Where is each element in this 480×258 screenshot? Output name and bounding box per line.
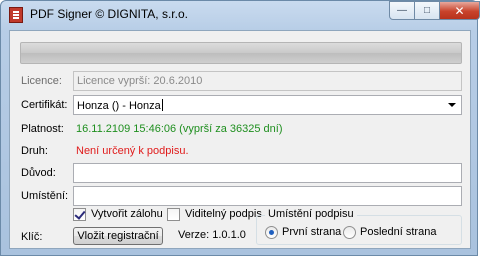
title-bar[interactable]: PDF Signer © DIGNITA, s.r.o. — □ ✕ <box>1 1 480 28</box>
backup-checkbox[interactable] <box>73 208 86 221</box>
backup-label[interactable]: Vytvořit zálohu <box>91 208 163 220</box>
close-button[interactable]: ✕ <box>439 1 480 20</box>
dialog-body: Licence: Licence vyprší: 20.6.2010 Certi… <box>9 30 471 249</box>
visible-signature-label[interactable]: Viditelný podpis <box>185 208 262 220</box>
first-page-label[interactable]: První strana <box>282 226 341 238</box>
version-text: Verze: 1.0.1.0 <box>178 229 246 241</box>
last-page-radio[interactable] <box>343 226 356 239</box>
validity-label: Platnost: <box>21 123 64 135</box>
kind-label: Druh: <box>21 145 48 157</box>
certificate-selected-value: Honza () - Honza <box>77 100 161 112</box>
last-page-label[interactable]: Poslední strana <box>360 226 436 238</box>
kind-value: Není určený k podpisu. <box>76 145 189 157</box>
signature-placement-title: Umístění podpisu <box>265 208 357 220</box>
progress-bar <box>20 42 462 64</box>
insert-registration-button[interactable]: Vložit registrační <box>73 227 163 245</box>
reason-label: Důvod: <box>21 167 56 179</box>
minimize-button[interactable]: — <box>389 1 415 20</box>
certificate-select[interactable]: Honza () - Honza <box>73 95 462 115</box>
licence-field: Licence vyprší: 20.6.2010 <box>73 71 462 91</box>
reason-input[interactable] <box>73 163 462 183</box>
visible-signature-checkbox[interactable] <box>167 208 180 221</box>
signature-placement-group: Umístění podpisu První strana Poslední s… <box>256 208 462 245</box>
location-input[interactable] <box>73 186 462 206</box>
key-label: Klíč: <box>21 231 43 243</box>
first-page-radio[interactable] <box>265 226 278 239</box>
licence-label: Licence: <box>21 75 62 87</box>
maximize-button[interactable]: □ <box>414 1 440 20</box>
location-label: Umístění: <box>21 190 69 202</box>
validity-value: 16.11.2109 15:46:06 (vyprší za 36325 dní… <box>76 123 283 135</box>
text-caret <box>161 99 163 111</box>
pdf-app-icon <box>9 7 23 23</box>
app-window: PDF Signer © DIGNITA, s.r.o. — □ ✕ Licen… <box>0 0 480 256</box>
window-title: PDF Signer © DIGNITA, s.r.o. <box>30 7 188 21</box>
certificate-label: Certifikát: <box>21 99 68 111</box>
chevron-down-icon[interactable] <box>448 103 456 107</box>
